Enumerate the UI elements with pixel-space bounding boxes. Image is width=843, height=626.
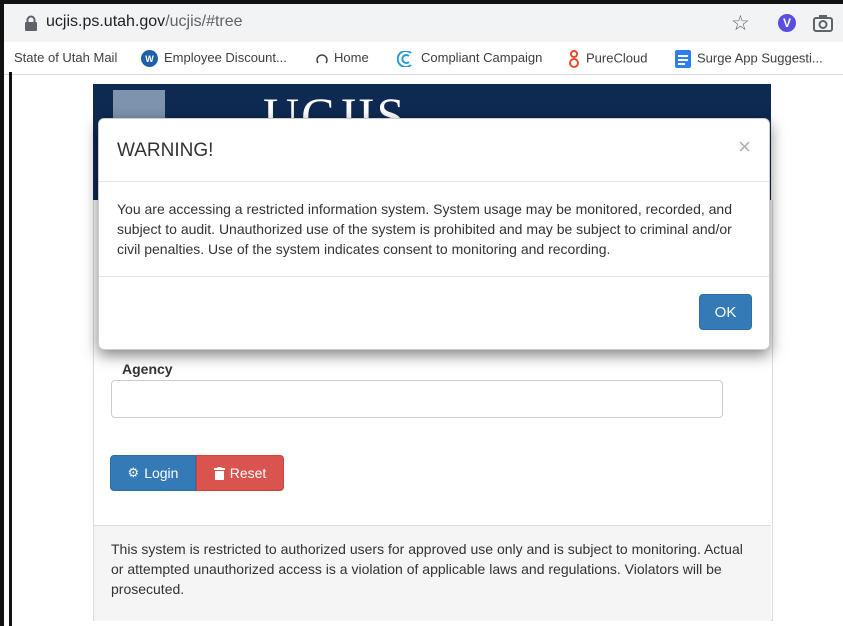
window-frame-left: [0, 0, 4, 626]
lock-icon: [25, 15, 37, 31]
employee-discount-icon: W: [141, 50, 158, 68]
svg-text:W: W: [145, 54, 154, 64]
home-icon: [316, 53, 328, 64]
modal-title: WARNING!: [117, 140, 214, 161]
login-button[interactable]: ⚙ Login: [110, 455, 196, 491]
modal-header: WARNING! ×: [99, 119, 769, 182]
agency-label: Agency: [122, 361, 173, 377]
bookmark-surge-app[interactable]: Surge App Suggesti...: [675, 50, 823, 68]
bookmark-label: Compliant Campaign: [421, 50, 543, 65]
bookmark-home[interactable]: Home: [316, 50, 369, 65]
bookmark-label: Home: [334, 50, 369, 65]
bookmark-label: Surge App Suggesti...: [697, 50, 823, 66]
bookmark-label: State of Utah Mail: [14, 50, 118, 65]
modal-footer: OK: [99, 276, 769, 350]
ok-button[interactable]: OK: [699, 294, 752, 330]
gear-icon: ⚙: [127, 465, 140, 480]
agency-input[interactable]: [111, 380, 723, 418]
window-frame-inner: [9, 72, 12, 626]
url-host: ucjis.ps.utah.gov: [46, 13, 166, 30]
address-bar[interactable]: ucjis.ps.utah.gov/ucjis/#tree ☆ V: [4, 4, 843, 42]
extension-icon[interactable]: V: [778, 14, 796, 32]
reset-button[interactable]: Reset: [196, 455, 284, 491]
warning-modal: WARNING! × You are accessing a restricte…: [98, 118, 770, 350]
bookmark-purecloud[interactable]: PureCloud: [568, 50, 647, 68]
bookmark-state-of-utah-mail[interactable]: State of Utah Mail: [14, 50, 117, 65]
close-icon[interactable]: ×: [738, 134, 751, 160]
reset-button-label: Reset: [229, 465, 267, 481]
doc-icon: [675, 50, 691, 68]
campaign-icon: [397, 50, 412, 67]
bookmark-compliant-campaign[interactable]: Compliant Campaign: [397, 50, 542, 67]
bookmark-employee-discount[interactable]: W Employee Discount...: [141, 50, 287, 68]
bookmark-label: Employee Discount...: [164, 50, 287, 65]
url-path: /ucjis/#tree: [165, 13, 243, 30]
security-notice: This system is restricted to authorized …: [94, 525, 771, 621]
purecloud-icon: [569, 50, 579, 68]
login-button-label: Login: [144, 465, 179, 481]
bookmarks-bar: State of Utah Mail W Employee Discount..…: [4, 42, 843, 75]
security-notice-text: This system is restricted to authorized …: [111, 541, 743, 597]
url-text[interactable]: ucjis.ps.utah.gov/ucjis/#tree: [46, 13, 243, 31]
modal-body: You are accessing a restricted informati…: [117, 201, 733, 257]
bookmark-star-icon[interactable]: ☆: [731, 11, 750, 36]
bookmark-label: PureCloud: [586, 50, 648, 66]
camera-icon[interactable]: [813, 14, 833, 32]
trash-icon: [213, 466, 225, 480]
